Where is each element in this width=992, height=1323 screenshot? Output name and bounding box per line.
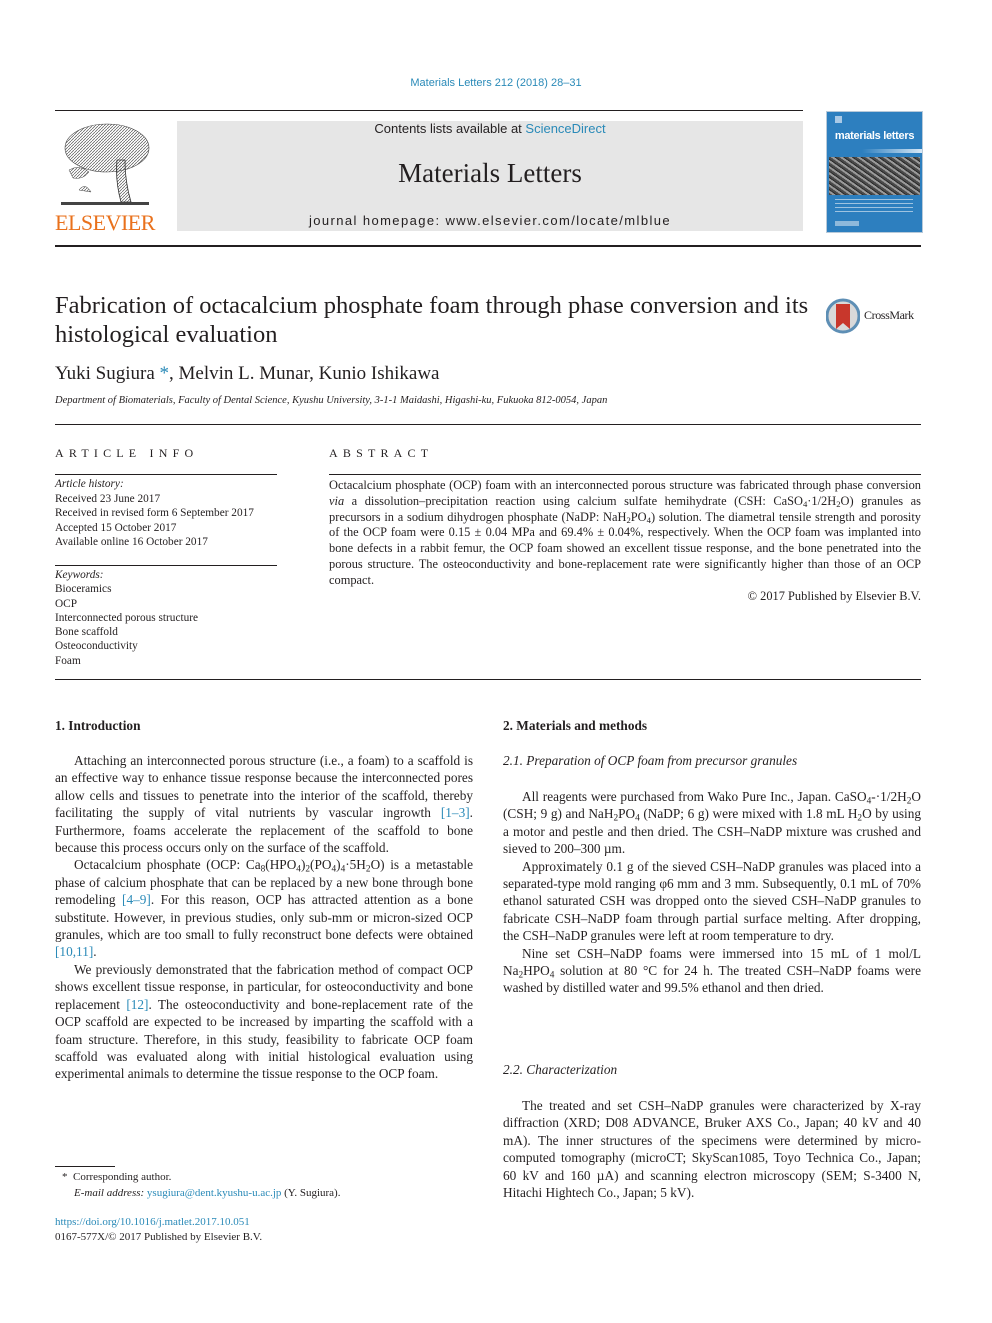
author-name[interactable]: Kunio Ishikawa: [319, 363, 440, 384]
footnotes: * Corresponding author. E-mail address: …: [62, 1170, 340, 1201]
abstract-copyright: © 2017 Published by Elsevier B.V.: [747, 588, 921, 603]
cover-micrograph: [829, 157, 920, 195]
header-bottom-rule: [55, 245, 921, 247]
divider: [329, 474, 921, 475]
divider: [55, 565, 277, 566]
keyword: Foam: [55, 654, 81, 667]
corresponding-author-note: * Corresponding author.: [62, 1171, 172, 1183]
elsevier-tree-icon: [61, 123, 150, 205]
reference-link[interactable]: [12]: [126, 997, 148, 1012]
cover-band: [862, 149, 922, 153]
email-link[interactable]: ysugiura@dent.kyushu-u.ac.jp: [147, 1187, 281, 1199]
history-item: Received in revised form 6 September 201…: [55, 507, 254, 519]
history-item: Available online 16 October 2017: [55, 536, 208, 548]
keyword: Bioceramics: [55, 583, 112, 596]
contents-line: Contents lists available at ScienceDirec…: [177, 121, 803, 137]
crossmark-button[interactable]: CrossMark: [826, 298, 926, 334]
journal-cover-image[interactable]: materials letters: [826, 111, 923, 233]
journal-homepage: journal homepage: www.elsevier.com/locat…: [177, 213, 803, 228]
cover-text-lines: [835, 199, 913, 215]
section-heading-materials-methods: 2. Materials and methods: [503, 718, 648, 733]
abstract-body: Octacalcium phosphate (OCP) foam with an…: [329, 478, 921, 604]
history-label: Article history:: [55, 478, 124, 490]
journal-name: Materials Letters: [398, 158, 582, 188]
doi-block: https://doi.org/10.1016/j.matlet.2017.10…: [55, 1215, 262, 1245]
contents-prefix: Contents lists available at: [374, 121, 526, 136]
cover-footer: [835, 221, 859, 226]
affiliation: Department of Biomaterials, Faculty of D…: [55, 395, 608, 406]
author-name[interactable]: Melvin L. Munar: [179, 363, 310, 384]
history-item: Received 23 June 2017: [55, 492, 161, 505]
author-name[interactable]: Yuki Sugiura: [55, 363, 155, 384]
journal-masthead: Contents lists available at ScienceDirec…: [177, 121, 803, 231]
paragraph: Attaching an interconnected porous struc…: [55, 753, 473, 856]
subsection-heading-preparation: 2.1. Preparation of OCP foam from precur…: [503, 753, 798, 768]
cover-title: materials letters: [834, 130, 915, 142]
author-list: Yuki Sugiura *, Melvin L. Munar, Kunio I…: [55, 363, 439, 385]
email-note: E-mail address: ysugiura@dent.kyushu-u.a…: [74, 1186, 341, 1199]
issn-line: 0167-577X/© 2017 Published by Elsevier B…: [55, 1231, 263, 1243]
divider: [55, 679, 921, 680]
author-separator: ,: [169, 363, 179, 384]
keyword: Bone scaffold: [55, 626, 118, 639]
paragraph: Nine set CSH–NaDP foams were immersed in…: [503, 945, 921, 996]
paragraph: We previously demonstrated that the fabr…: [55, 961, 473, 1082]
footnote-rule: [55, 1166, 115, 1167]
keyword: OCP: [55, 597, 77, 610]
reference-link[interactable]: [4–9]: [122, 892, 151, 907]
section-heading-introduction: 1. Introduction: [55, 718, 141, 733]
introduction-body: Attaching an interconnected porous struc…: [55, 752, 473, 1083]
characterization-body: The treated and set CSH–NaDP granules we…: [503, 1097, 921, 1201]
paragraph: Octacalcium phosphate (OCP: Ca8(HPO4)2(P…: [55, 857, 473, 960]
paragraph: Approximately 0.1 g of the sieved CSH–Na…: [503, 858, 921, 944]
homepage-url-link[interactable]: www.elsevier.com/locate/mlblue: [445, 213, 671, 228]
history-item: Accepted 15 October 2017: [55, 521, 177, 534]
homepage-prefix: journal homepage:: [308, 213, 446, 228]
sciencedirect-link[interactable]: ScienceDirect: [525, 121, 605, 136]
elsevier-wordmark: ELSEVIER: [55, 210, 155, 235]
doi-link[interactable]: https://doi.org/10.1016/j.matlet.2017.10…: [55, 1216, 250, 1228]
paragraph: All reagents were purchased from Wako Pu…: [503, 789, 921, 857]
keyword: Interconnected porous structure: [55, 611, 199, 624]
subsection-heading-characterization: 2.2. Characterization: [503, 1062, 618, 1077]
corresponding-author-mark[interactable]: *: [160, 363, 170, 384]
elsevier-logo[interactable]: ELSEVIER: [55, 120, 155, 236]
article-history: Article history: Received 23 June 2017 R…: [55, 477, 295, 550]
journal-citation-link[interactable]: Materials Letters 212 (2018) 28–31: [0, 77, 992, 89]
cover-elsevier-icon: [835, 116, 842, 123]
abstract-heading: ABSTRACT: [329, 446, 434, 460]
keyword: Osteoconductivity: [55, 640, 138, 653]
divider: [55, 474, 277, 475]
article-title: Fabrication of octacalcium phosphate foa…: [55, 292, 809, 348]
header-rule: [55, 110, 803, 111]
keywords-label: Keywords:: [55, 569, 104, 581]
keywords: Keywords: Bioceramics OCP Interconnected…: [55, 568, 295, 668]
abstract-paragraph: Octacalcium phosphate (OCP) foam with an…: [329, 478, 921, 587]
divider: [55, 424, 921, 425]
reference-link[interactable]: [1–3]: [441, 805, 470, 820]
crossmark-label: CrossMark: [864, 308, 914, 322]
article-info-heading: ARTICLE INFO: [55, 446, 199, 460]
paragraph: The treated and set CSH–NaDP granules we…: [503, 1098, 921, 1201]
crossmark-icon: [826, 298, 860, 334]
reference-link[interactable]: [10,11]: [55, 944, 93, 959]
author-separator: ,: [309, 363, 319, 384]
preparation-body: All reagents were purchased from Wako Pu…: [503, 788, 921, 997]
